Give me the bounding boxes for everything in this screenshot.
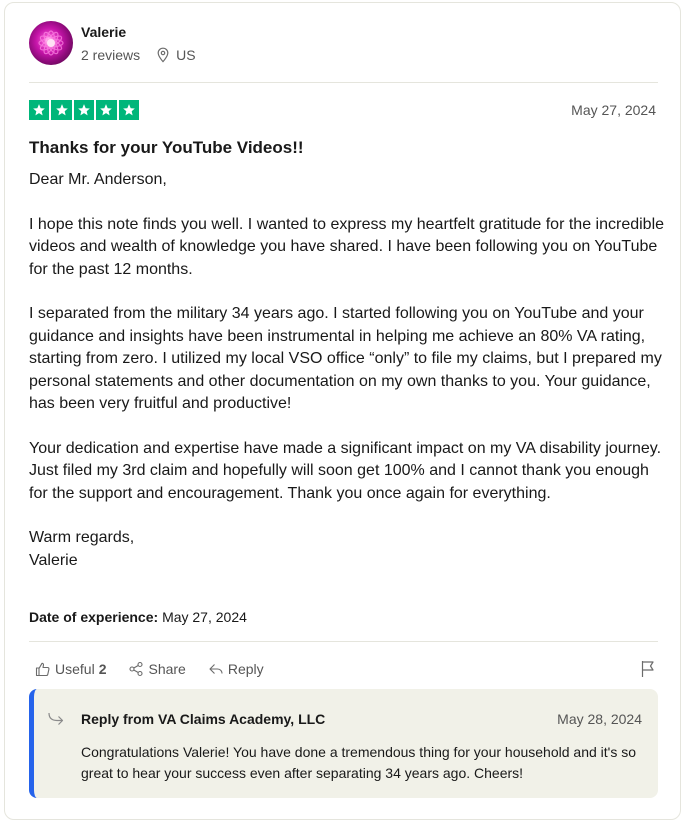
review-card: Valerie 2 reviews US May 27, 2024 Thanks… — [4, 2, 681, 820]
star-icon — [96, 100, 117, 121]
reviewer-header[interactable]: Valerie 2 reviews US — [29, 21, 196, 65]
review-signature: Valerie — [29, 551, 78, 569]
reply-button[interactable]: Reply — [208, 660, 264, 678]
reply-arrow-icon — [48, 712, 64, 725]
divider — [29, 82, 658, 83]
reviewer-name[interactable]: Valerie — [81, 23, 196, 41]
report-button[interactable] — [640, 660, 656, 683]
company-reply: Reply from VA Claims Academy, LLC May 28… — [29, 689, 658, 798]
star-icon — [118, 100, 139, 121]
review-paragraph: Your dedication and expertise have made … — [29, 439, 662, 502]
reply-label: Reply — [227, 661, 264, 677]
reply-title: Reply from VA Claims Academy, LLC — [81, 711, 326, 727]
reply-icon — [209, 664, 223, 674]
reviewer-country: US — [176, 46, 196, 63]
experience-label: Date of experience: — [29, 609, 159, 625]
star-icon — [29, 100, 50, 121]
share-label: Share — [148, 661, 186, 677]
review-date: May 27, 2024 — [571, 102, 656, 118]
share-icon — [129, 661, 144, 677]
share-button[interactable]: Share — [128, 660, 186, 678]
review-body: Dear Mr. Anderson, I hope this note find… — [29, 169, 669, 572]
useful-button[interactable]: Useful 2 — [35, 660, 106, 678]
review-title[interactable]: Thanks for your YouTube Videos!! — [29, 137, 304, 159]
thumbs-up-icon — [35, 662, 50, 677]
flag-icon — [641, 661, 654, 677]
useful-label: Useful — [55, 661, 95, 677]
reply-text: Congratulations Valerie! You have done a… — [81, 744, 637, 781]
review-actions: Useful 2 Share Reply — [35, 660, 286, 678]
useful-count: 2 — [98, 661, 107, 677]
avatar[interactable] — [29, 21, 73, 65]
location-pin-icon — [157, 47, 169, 62]
reply-date: May 28, 2024 — [557, 711, 642, 727]
star-icon — [73, 100, 95, 121]
divider — [29, 641, 658, 642]
experience-date: May 27, 2024 — [162, 609, 247, 625]
review-closing: Warm regards, — [29, 529, 135, 546]
review-greeting: Dear Mr. Anderson, — [29, 171, 167, 188]
reviews-count: 2 reviews — [81, 46, 141, 63]
star-icon — [51, 100, 72, 121]
review-paragraph: I separated from the military 34 years a… — [29, 305, 662, 412]
star-rating — [29, 100, 139, 121]
review-paragraph: I hope this note finds you well. I wante… — [29, 215, 665, 278]
date-of-experience: Date of experience: May 27, 2024 — [29, 608, 247, 626]
